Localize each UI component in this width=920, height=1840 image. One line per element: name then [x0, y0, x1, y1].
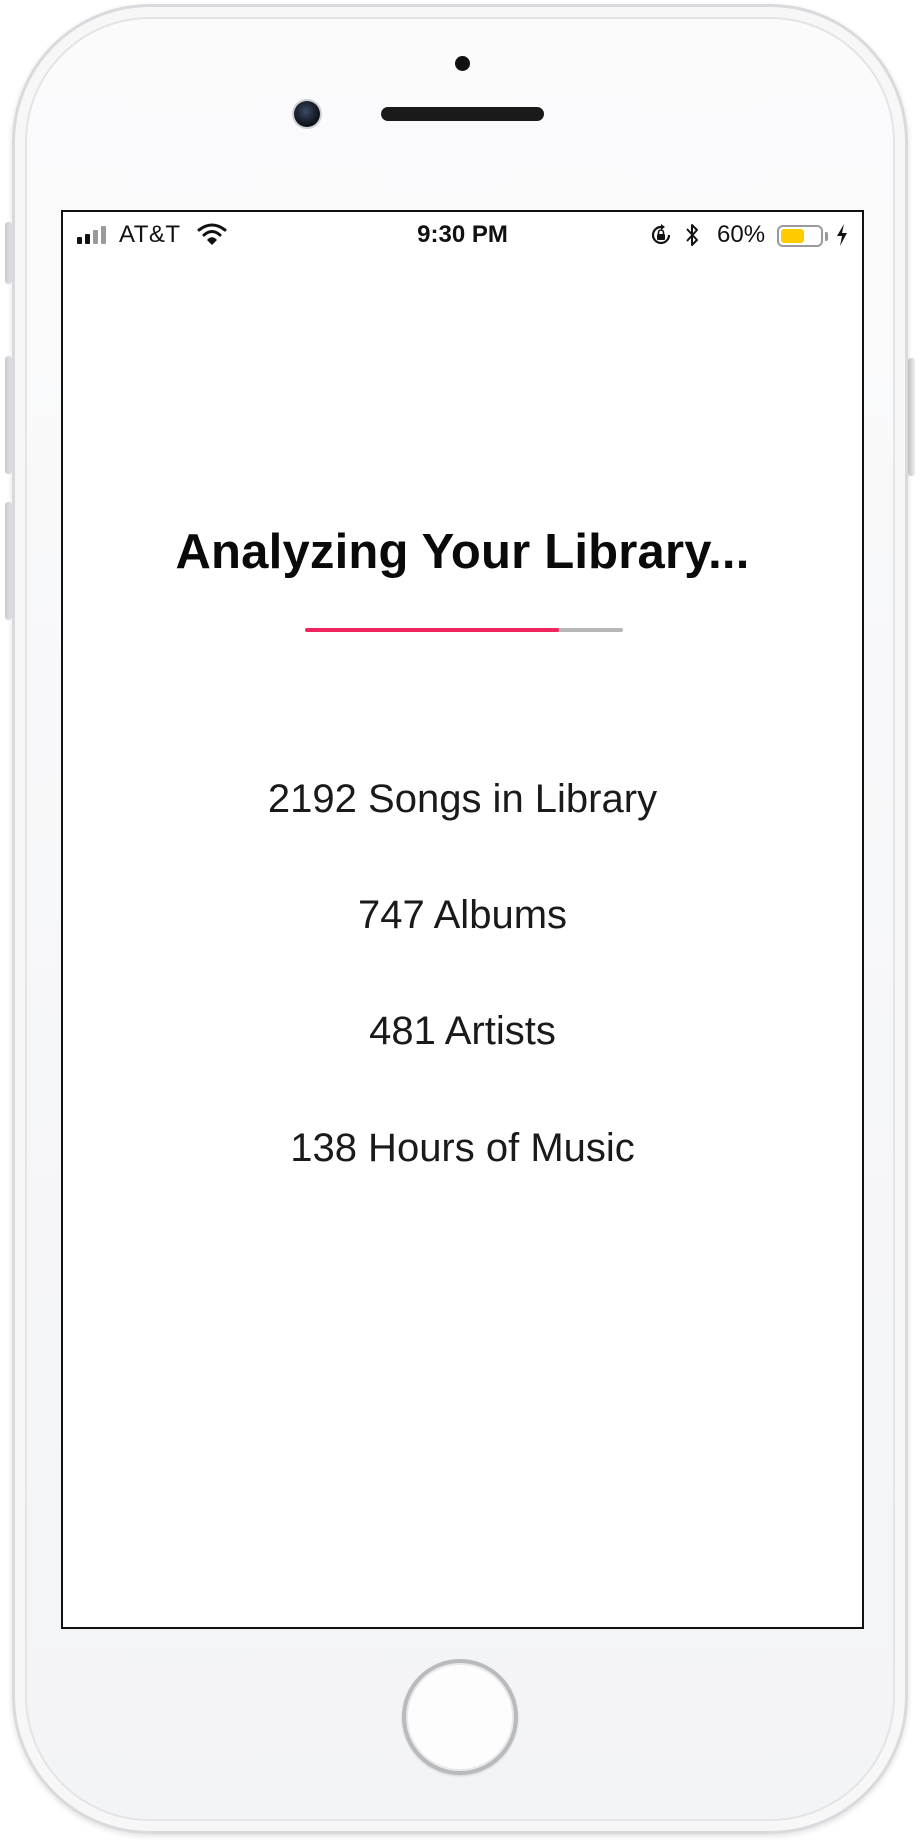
battery-terminal [825, 232, 828, 241]
silent-switch [5, 222, 12, 284]
battery-level-fill [781, 229, 804, 243]
volume-up-button [5, 356, 12, 474]
page-title: Analyzing Your Library... [175, 525, 750, 579]
hours-of-music-stat: 138 Hours of Music [290, 1126, 635, 1170]
charging-icon [837, 224, 847, 246]
home-button[interactable] [402, 1659, 518, 1775]
page: AT&T 9:30 PM 60% Analyzing Your Library.… [0, 0, 920, 1840]
volume-down-button [5, 502, 12, 620]
proximity-sensor [455, 56, 470, 71]
battery-percent: 60% [717, 221, 766, 248]
battery-icon [777, 225, 823, 247]
earpiece-speaker [381, 107, 544, 121]
analysis-progress-bar [305, 628, 623, 632]
front-camera [294, 101, 320, 127]
rotation-lock-icon [651, 224, 671, 245]
artists-count-stat: 481 Artists [369, 1009, 556, 1053]
bluetooth-icon [686, 224, 698, 246]
progress-fill [305, 628, 560, 632]
albums-count-stat: 747 Albums [357, 893, 568, 937]
power-button [908, 358, 915, 476]
status-bar: AT&T 9:30 PM 60% [63, 212, 862, 260]
songs-count-stat: 2192 Songs in Library [267, 777, 658, 821]
phone-screen: AT&T 9:30 PM 60% Analyzing Your Library.… [61, 210, 864, 1629]
